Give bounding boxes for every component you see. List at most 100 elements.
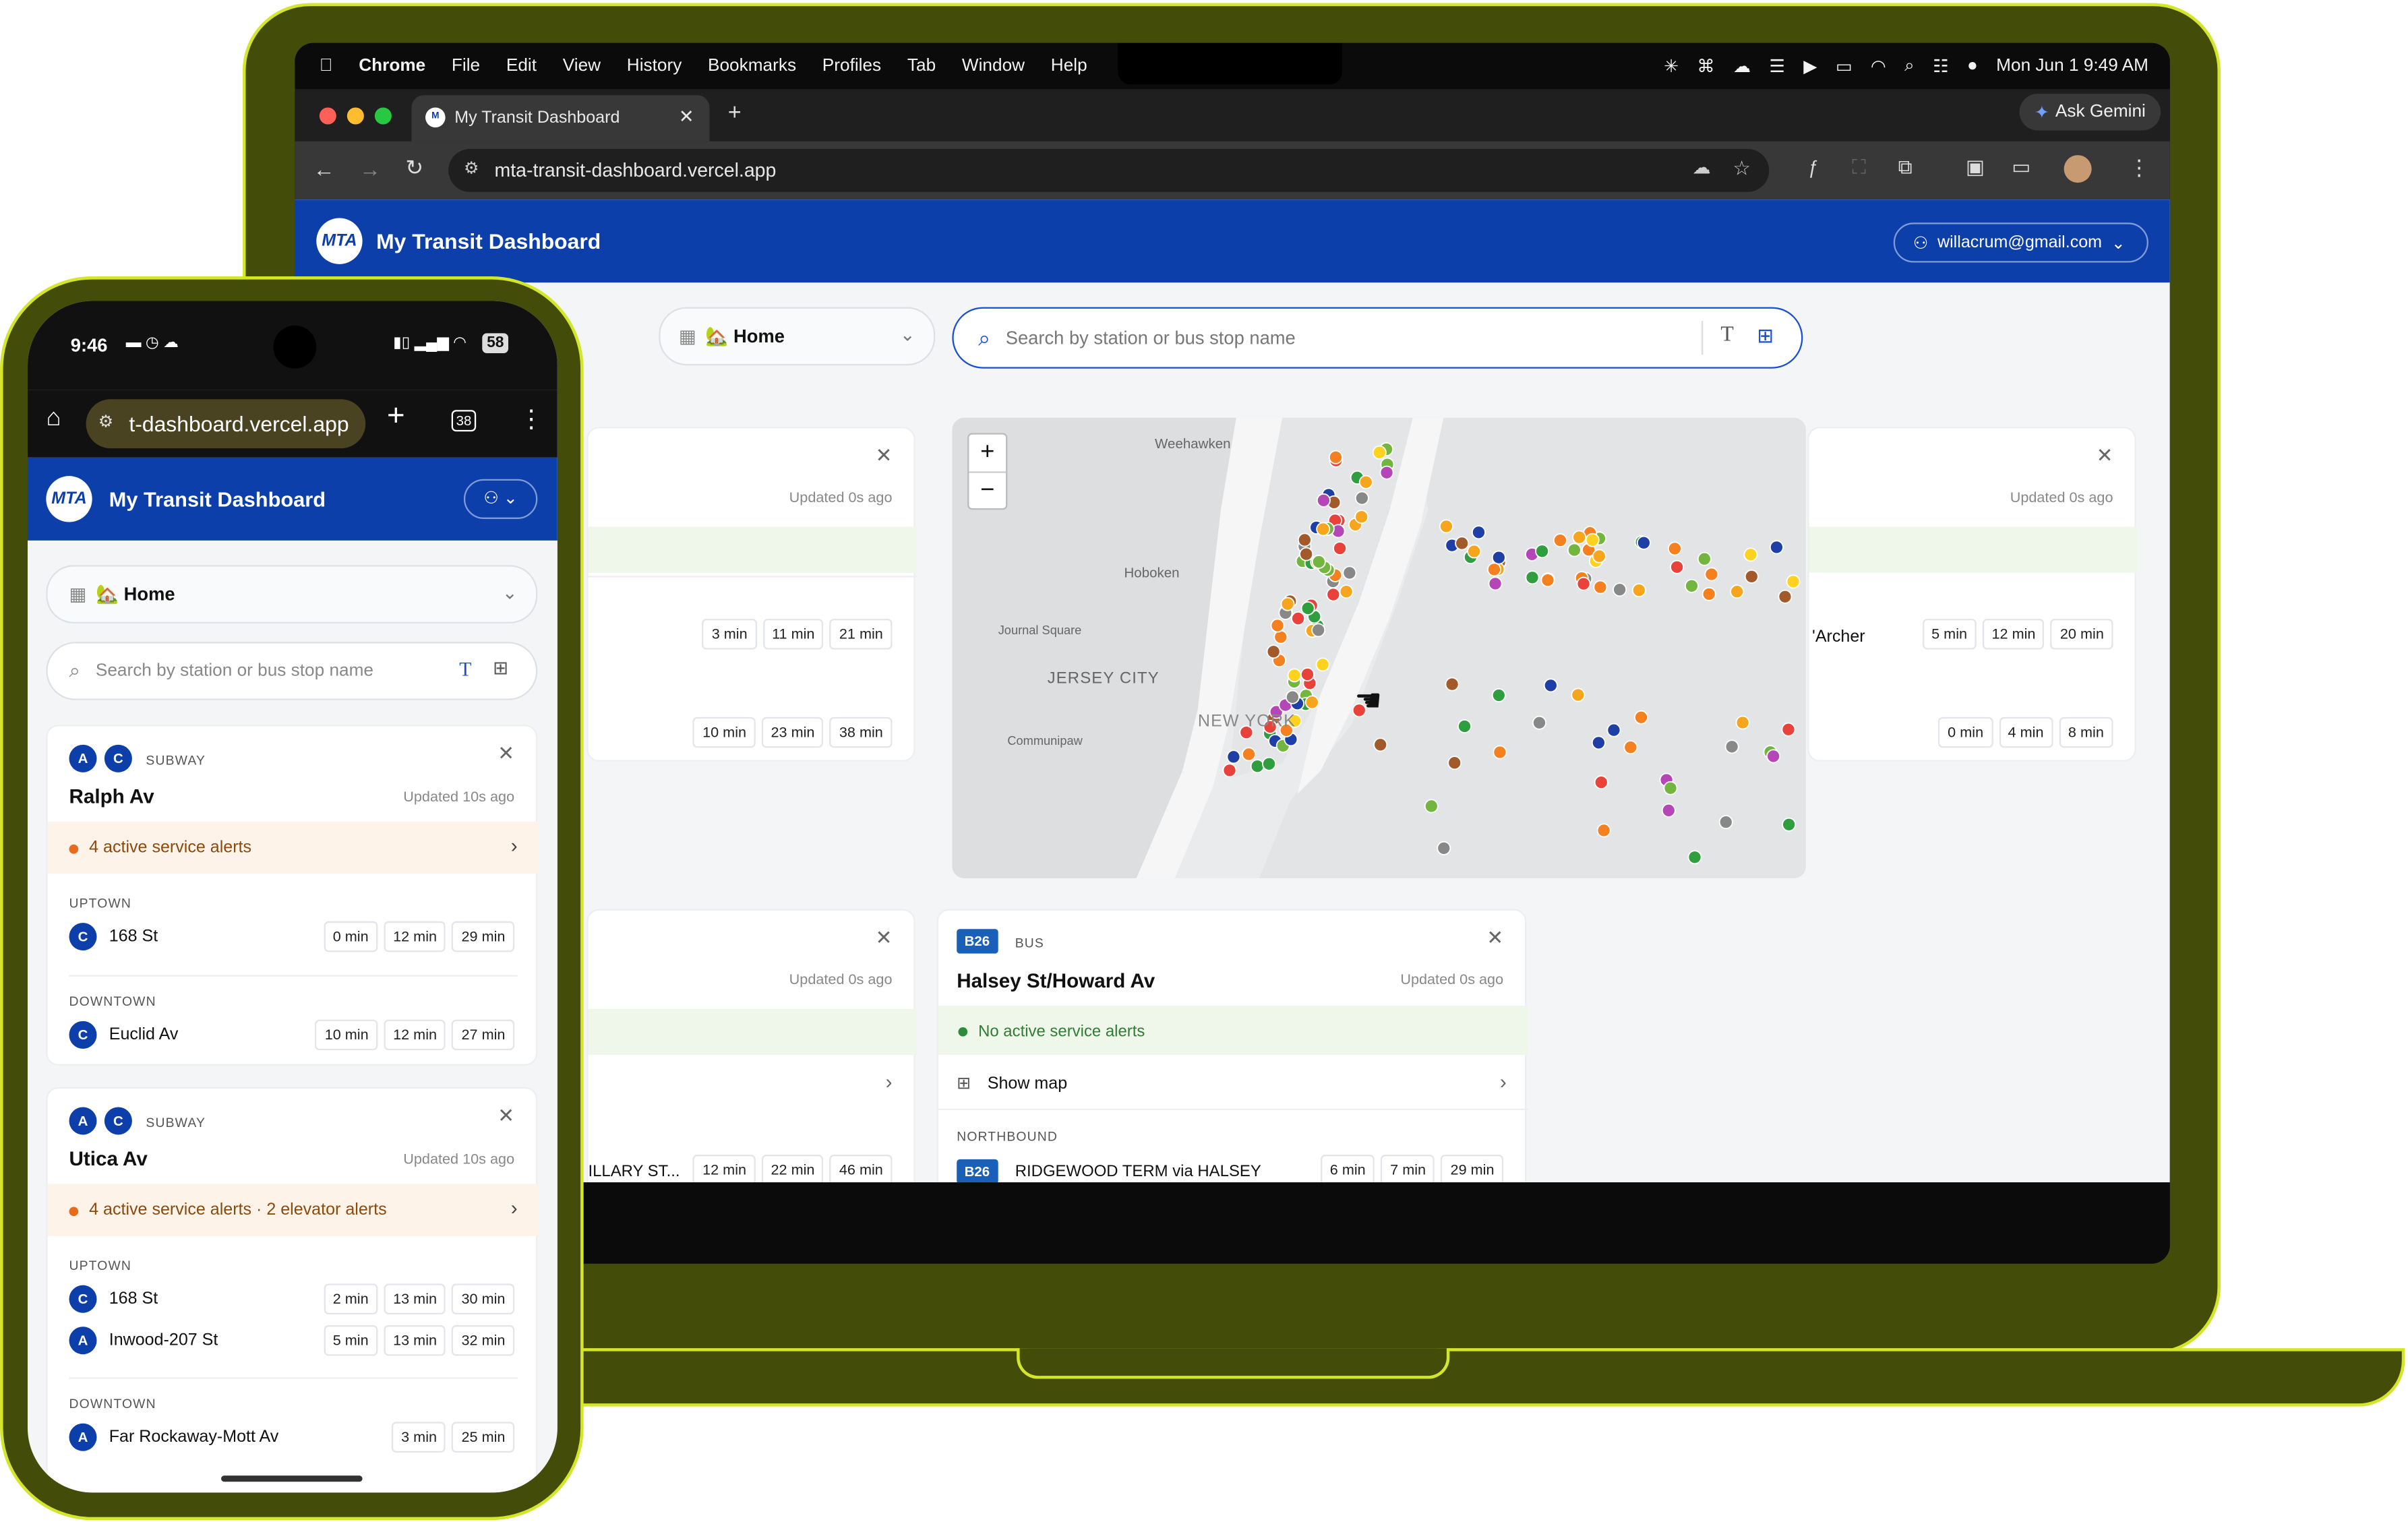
text-search-icon[interactable]: T: [459, 657, 471, 681]
station-marker[interactable]: [1472, 525, 1486, 540]
station-marker[interactable]: [1576, 576, 1591, 591]
station-marker[interactable]: [1724, 739, 1739, 754]
close-card-icon[interactable]: ✕: [1486, 926, 1503, 950]
address-bar[interactable]: ⚙ mta-transit-dashboard.vercel.app ☁ ☆: [448, 148, 1770, 192]
station-marker[interactable]: [1311, 623, 1326, 638]
station-marker[interactable]: [1439, 519, 1453, 534]
menu-view[interactable]: View: [563, 57, 601, 75]
station-marker[interactable]: [1457, 719, 1472, 733]
station-marker[interactable]: [1315, 657, 1330, 672]
play-icon[interactable]: ▶: [1803, 55, 1817, 77]
station-marker[interactable]: [1593, 580, 1608, 595]
apple-icon[interactable]: : [320, 57, 333, 75]
menu-profiles[interactable]: Profiles: [822, 57, 881, 75]
menubar-clock[interactable]: Mon Jun 1 9:49 AM: [1996, 57, 2148, 75]
station-marker[interactable]: [1661, 803, 1676, 818]
search-input[interactable]: Search by station or bus stop name: [96, 662, 373, 680]
alert-bar[interactable]: No active service alerts: [938, 1006, 1528, 1055]
station-marker[interactable]: [1491, 550, 1506, 565]
station-marker[interactable]: [1280, 597, 1295, 611]
station-marker[interactable]: [1316, 522, 1331, 537]
cloud-sync-icon[interactable]: ☁: [1692, 156, 1710, 178]
station-marker[interactable]: [1266, 644, 1281, 659]
station-map[interactable]: + − Weehawken Hoboken Journal Square JER…: [952, 417, 1806, 879]
station-marker[interactable]: [1424, 799, 1439, 814]
station-marker[interactable]: [1379, 465, 1394, 480]
station-marker[interactable]: [1437, 841, 1451, 855]
show-map-row[interactable]: ⊞ Show map ›: [938, 1058, 1528, 1110]
station-marker[interactable]: [1487, 562, 1501, 577]
station-marker[interactable]: [1744, 569, 1759, 584]
station-marker[interactable]: [1535, 544, 1550, 559]
station-marker[interactable]: [1623, 740, 1638, 755]
station-marker[interactable]: [1226, 750, 1241, 764]
map-search-icon[interactable]: ⊞: [493, 657, 508, 679]
station-marker[interactable]: [1670, 559, 1685, 574]
station-marker[interactable]: [1273, 630, 1288, 644]
station-marker[interactable]: [1667, 541, 1682, 556]
menu-edit[interactable]: Edit: [506, 57, 537, 75]
station-marker[interactable]: [1287, 668, 1302, 683]
station-marker[interactable]: [1687, 850, 1702, 865]
station-marker[interactable]: [1730, 584, 1745, 599]
station-marker[interactable]: [1592, 549, 1606, 564]
station-marker[interactable]: [1342, 566, 1357, 580]
tab-close-icon[interactable]: ✕: [679, 106, 694, 127]
zoom-window-button[interactable]: [374, 107, 392, 125]
station-marker[interactable]: [1697, 551, 1712, 566]
dashboard-selector[interactable]: ▦ 🏡 Home ⌄: [46, 565, 538, 623]
station-marker[interactable]: [1613, 582, 1627, 597]
station-marker[interactable]: [1663, 781, 1678, 795]
station-marker[interactable]: [1636, 535, 1651, 550]
station-marker[interactable]: [1250, 759, 1265, 774]
station-marker[interactable]: [1594, 775, 1608, 790]
station-marker[interactable]: [1354, 491, 1369, 506]
station-marker[interactable]: [1585, 532, 1600, 547]
station-marker[interactable]: [1445, 677, 1459, 692]
station-marker[interactable]: [1241, 747, 1256, 762]
tab-count[interactable]: 38: [451, 410, 477, 432]
search-bar[interactable]: ⌕ Search by station or bus stop name T ⊞: [952, 307, 1803, 369]
station-marker[interactable]: [1782, 817, 1797, 832]
menu-tab[interactable]: Tab: [907, 57, 936, 75]
forward-icon[interactable]: →: [359, 156, 381, 181]
cast-icon[interactable]: ▭: [2012, 155, 2030, 179]
dashboard-selector[interactable]: ▦ 🏡 Home ⌄: [659, 307, 936, 366]
station-marker[interactable]: [1300, 667, 1315, 681]
station-marker[interactable]: [1684, 578, 1699, 593]
station-marker[interactable]: [1553, 533, 1567, 548]
station-marker[interactable]: [1493, 745, 1507, 760]
close-card-icon[interactable]: ✕: [876, 444, 893, 468]
station-marker[interactable]: [1596, 823, 1611, 838]
close-card-icon[interactable]: ✕: [498, 1104, 514, 1128]
battery-icon[interactable]: ▭: [1836, 55, 1853, 77]
menu-history[interactable]: History: [627, 57, 682, 75]
station-marker[interactable]: [1291, 611, 1306, 626]
station-marker[interactable]: [1285, 690, 1300, 704]
menu-chrome[interactable]: Chrome: [359, 57, 425, 75]
zoom-out-button[interactable]: −: [969, 473, 1006, 510]
account-button[interactable]: ⚇ ⌄: [463, 479, 538, 519]
station-marker[interactable]: [1769, 540, 1784, 555]
station-marker[interactable]: [1606, 723, 1621, 737]
station-marker[interactable]: [1270, 618, 1285, 633]
station-marker[interactable]: [1543, 678, 1558, 693]
back-icon[interactable]: ←: [313, 156, 335, 181]
kebab-menu-icon[interactable]: ⋮: [2128, 155, 2150, 181]
zoom-in-button[interactable]: +: [969, 435, 1006, 473]
station-marker[interactable]: [1491, 688, 1506, 702]
phone-address-bar[interactable]: ⚙ t-dashboard.vercel.app: [86, 399, 366, 449]
home-icon[interactable]: ⌂: [46, 405, 61, 433]
close-card-icon[interactable]: ✕: [876, 926, 893, 950]
screenshot-icon[interactable]: ⛶: [1852, 155, 1866, 179]
extensions-icon[interactable]: ⧉: [1898, 155, 1913, 179]
ask-gemini-button[interactable]: ✦ Ask Gemini: [2019, 93, 2161, 131]
formula-icon[interactable]: ƒ: [1807, 156, 1817, 178]
account-button[interactable]: ⚇ willacrum@gmail.com ⌄: [1893, 222, 2148, 263]
browser-tab[interactable]: M My Transit Dashboard ✕: [411, 95, 710, 142]
sparkle-icon[interactable]: ✳: [1664, 55, 1679, 77]
wifi-icon[interactable]: ◠: [1871, 55, 1886, 77]
menu-bookmarks[interactable]: Bookmarks: [708, 57, 796, 75]
search-bar[interactable]: ⌕ Search by station or bus stop name T ⊞: [46, 642, 538, 700]
reading-icon[interactable]: ▣: [1966, 155, 1985, 179]
